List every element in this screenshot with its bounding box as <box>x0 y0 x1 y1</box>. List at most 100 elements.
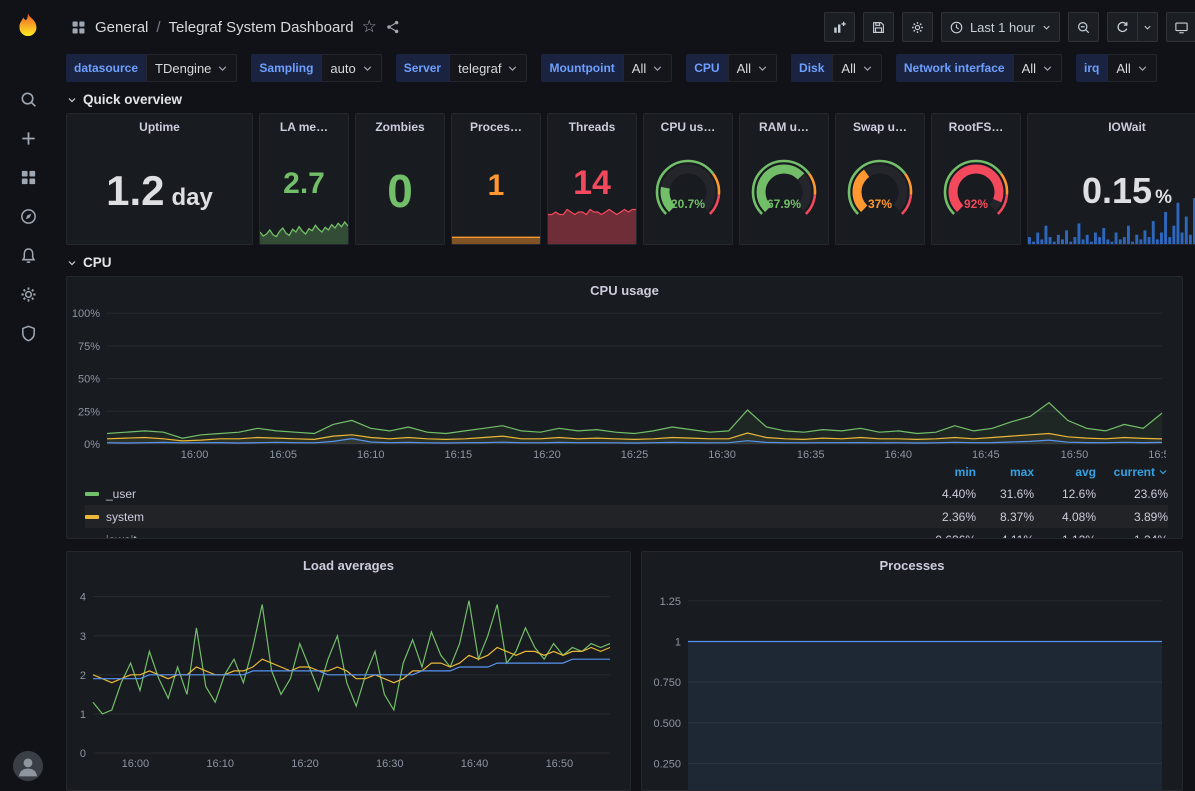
svg-text:16:40: 16:40 <box>884 449 912 461</box>
svg-text:16:55: 16:55 <box>1148 449 1166 461</box>
refresh-button[interactable] <box>1107 12 1137 42</box>
explore-compass-icon[interactable] <box>0 197 56 236</box>
legend-header-current[interactable]: current <box>1096 465 1168 479</box>
filter-disk: Disk All <box>791 54 882 82</box>
filter-sampling: Sampling auto <box>251 54 381 82</box>
user-avatar-icon[interactable] <box>13 751 43 781</box>
panel-title[interactable]: Processes <box>642 552 1182 573</box>
search-icon[interactable] <box>0 80 56 119</box>
save-dashboard-button[interactable] <box>863 12 894 42</box>
panel-title[interactable]: Swap u… <box>836 114 924 134</box>
legend-series-user[interactable]: _user <box>85 487 918 501</box>
legend-series-iowait[interactable]: iowait <box>85 533 918 540</box>
filter-irq-value[interactable]: All <box>1107 54 1156 82</box>
section-title: Quick overview <box>83 92 182 107</box>
time-range-label: Last 1 hour <box>970 20 1035 35</box>
apps-grid-icon[interactable] <box>70 19 87 36</box>
legend-header-max[interactable]: max <box>976 465 1034 479</box>
tv-mode-button[interactable] <box>1166 12 1195 42</box>
chevron-down-icon <box>1142 22 1153 33</box>
chevron-down-icon <box>1137 63 1148 74</box>
svg-text:0.250: 0.250 <box>653 758 681 770</box>
filter-disk-value[interactable]: All <box>832 54 881 82</box>
sidebar-nav <box>0 80 56 353</box>
grafana-logo-icon[interactable] <box>0 0 56 52</box>
dashboard-settings-button[interactable] <box>902 12 933 42</box>
cpu-usage-chart[interactable]: 0%25%50%75%100%16:0016:0516:1016:1516:20… <box>67 298 1182 462</box>
section-cpu[interactable]: CPU <box>66 255 1183 270</box>
svg-text:0%: 0% <box>84 439 100 451</box>
svg-text:16:50: 16:50 <box>1061 449 1089 461</box>
chevron-down-icon <box>507 63 518 74</box>
processes-sparkline <box>452 214 540 244</box>
processes-panel: Processes 0.2500.5000.75011.25 <box>641 551 1183 791</box>
panel-title[interactable]: Zombies <box>356 114 444 134</box>
filter-mountpoint-value[interactable]: All <box>623 54 672 82</box>
panel-title[interactable]: RootFS… <box>932 114 1020 134</box>
alerting-bell-icon[interactable] <box>0 236 56 275</box>
rootfs-gauge: 92% <box>936 152 1016 232</box>
svg-text:16:50: 16:50 <box>546 758 574 770</box>
refresh-interval-dropdown[interactable] <box>1137 12 1158 42</box>
filter-datasource: datasource TDengine <box>66 54 237 82</box>
panel-title[interactable]: Threads <box>548 114 636 134</box>
panel-title[interactable]: Uptime <box>67 114 252 134</box>
add-panel-button[interactable] <box>824 12 855 42</box>
panel-title[interactable]: RAM u… <box>740 114 828 134</box>
load-averages-chart[interactable]: 0123416:0016:1016:2016:3016:4016:50 <box>67 573 630 771</box>
zoom-out-button[interactable] <box>1068 12 1099 42</box>
panel-title[interactable]: LA me… <box>260 114 348 134</box>
toolbar: Last 1 hour <box>824 12 1183 42</box>
legend-header: min max avg current <box>85 462 1168 482</box>
server-admin-shield-icon[interactable] <box>0 314 56 353</box>
panel-title[interactable]: Load averages <box>67 552 630 573</box>
load-averages-panel: Load averages 0123416:0016:1016:2016:301… <box>66 551 631 791</box>
breadcrumb-section[interactable]: General <box>95 19 148 36</box>
legend-row-user: _user 4.40% 31.6% 12.6% 23.6% <box>85 482 1168 505</box>
la-medium-panel: LA me… 2.7 <box>259 113 349 245</box>
series-color-swatch <box>85 492 99 496</box>
panel-title[interactable]: IOWait <box>1028 114 1195 134</box>
series-color-swatch <box>85 538 99 540</box>
svg-text:16:30: 16:30 <box>376 758 404 770</box>
star-icon[interactable]: ☆ <box>362 17 377 37</box>
filter-network-interface-value[interactable]: All <box>1013 54 1062 82</box>
legend-series-system[interactable]: system <box>85 510 918 524</box>
zombies-panel: Zombies 0 <box>355 113 445 245</box>
filter-datasource-value[interactable]: TDengine <box>146 54 237 82</box>
time-range-picker[interactable]: Last 1 hour <box>941 12 1060 42</box>
chevron-down-icon <box>1158 467 1168 477</box>
legend-header-min[interactable]: min <box>918 465 976 479</box>
panel-title[interactable]: CPU us… <box>644 114 732 134</box>
legend-header-avg[interactable]: avg <box>1034 465 1096 479</box>
svg-text:16:25: 16:25 <box>621 449 649 461</box>
breadcrumb-title[interactable]: Telegraf System Dashboard <box>169 19 354 36</box>
panel-title[interactable]: Proces… <box>452 114 540 134</box>
svg-text:16:00: 16:00 <box>181 449 209 461</box>
series-color-swatch <box>85 515 99 519</box>
section-quick-overview[interactable]: Quick overview <box>66 92 1183 107</box>
dashboards-icon[interactable] <box>0 158 56 197</box>
filter-server-value[interactable]: telegraf <box>449 54 527 82</box>
legend-row-iowait: iowait 0.626% 4.11% 1.12% 1.24% <box>85 528 1168 539</box>
main-area: General / Telegraf System Dashboard ☆ <box>56 0 1195 783</box>
sidebar-bottom <box>0 751 56 781</box>
share-icon[interactable] <box>385 19 401 35</box>
configuration-gear-icon[interactable] <box>0 275 56 314</box>
filter-cpu-value[interactable]: All <box>728 54 777 82</box>
ram-usage-gauge: 67.9% <box>744 152 824 232</box>
filter-sampling-value[interactable]: auto <box>321 54 381 82</box>
svg-text:0.500: 0.500 <box>653 718 681 730</box>
svg-text:16:10: 16:10 <box>357 449 385 461</box>
svg-text:1: 1 <box>80 709 86 721</box>
create-plus-icon[interactable] <box>0 119 56 158</box>
svg-text:75%: 75% <box>78 341 100 353</box>
panel-title[interactable]: CPU usage <box>67 277 1182 298</box>
svg-text:4: 4 <box>80 592 86 604</box>
svg-text:37%: 37% <box>868 197 892 211</box>
processes-stat-panel: Proces… 1 <box>451 113 541 245</box>
processes-chart[interactable]: 0.2500.5000.75011.25 <box>642 573 1182 791</box>
svg-text:16:20: 16:20 <box>533 449 561 461</box>
filter-server: Server telegraf <box>396 54 528 82</box>
filter-mountpoint: Mountpoint All <box>541 54 672 82</box>
